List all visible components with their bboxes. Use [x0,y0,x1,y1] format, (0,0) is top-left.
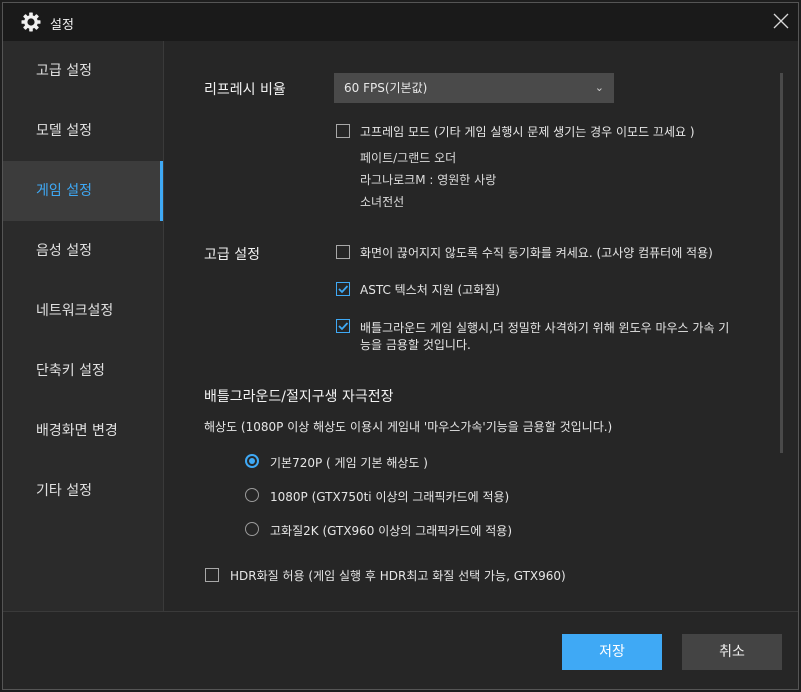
settings-window: 설정 고급 설정 모델 설정 게임 설정 음성 설정 네트워크설정 단축키 설정… [2,2,799,690]
game-list-item: 페이트/그랜드 오더 [360,151,457,165]
mouse-accel-label-cont: 능을 금용할 것입니다. [360,338,471,352]
vsync-checkbox[interactable] [336,245,350,259]
cancel-button[interactable]: 취소 [682,634,782,670]
astc-label: ASTC 텍스처 지원 (고화질) [360,283,500,297]
sidebar-item-game[interactable]: 게임 설정 [3,161,163,221]
resolution-2k-radio[interactable] [245,522,259,536]
sidebar-item-other[interactable]: 기타 설정 [3,461,163,521]
refresh-rate-select[interactable]: 60 FPS(기본값) ⌄ [334,73,614,103]
save-button[interactable]: 저장 [562,634,662,670]
resolution-720p-radio[interactable] [245,454,259,468]
sidebar-item-shortcuts[interactable]: 단축키 설정 [3,341,163,401]
resolution-720p-label: 기본720P ( 게임 기본 해상도 ) [270,456,428,470]
check-icon [338,322,349,331]
hdr-checkbox[interactable] [205,568,219,582]
game-list-item: 라그나로크M : 영원한 사랑 [360,173,497,187]
mouse-accel-checkbox[interactable] [336,319,350,333]
hiframe-mode-label: 고프레임 모드 (기타 게임 실행시 문제 생기는 경우 이모드 끄세요 ) [360,125,695,139]
vsync-label: 화면이 끊어지지 않도록 수직 동기화를 켜세요. (고사양 컴퓨터에 적용) [360,246,713,260]
advanced-settings-label: 고급 설정 [204,247,260,263]
refresh-rate-value: 60 FPS(기본값) [344,81,428,95]
game-settings-panel: 리프레시 비율 60 FPS(기본값) ⌄ 고프레임 모드 (기타 게임 실행시… [164,41,798,612]
sidebar-item-network[interactable]: 네트워크설정 [3,281,163,341]
hdr-label: HDR화질 허용 (게임 실행 후 HDR최고 화질 선택 가능, GTX960… [230,569,566,583]
close-icon[interactable] [772,12,790,30]
resolution-1080p-radio[interactable] [245,488,259,502]
title-bar: 설정 [3,3,798,41]
sidebar-item-advanced[interactable]: 고급 설정 [3,41,163,101]
sidebar-item-wallpaper[interactable]: 배경화면 변경 [3,401,163,461]
check-icon [338,285,349,294]
gear-icon [21,12,41,32]
footer: 저장 취소 [3,612,798,689]
chevron-down-icon: ⌄ [594,81,604,94]
sidebar-item-audio[interactable]: 음성 설정 [3,221,163,281]
window-title: 설정 [50,18,74,33]
pubg-resolution-note: 해상도 (1080P 이상 해상도 이용시 게임내 '마우스가속'기능을 금용할… [204,420,613,434]
game-list-item: 소녀전선 [360,195,405,209]
refresh-rate-label: 리프레시 비율 [204,82,286,98]
hiframe-mode-checkbox[interactable] [336,124,350,138]
sidebar-item-model[interactable]: 모델 설정 [3,101,163,161]
astc-checkbox[interactable] [336,282,350,296]
mouse-accel-label: 배틀그라운드 게임 실행시,더 정밀한 사격하기 위해 윈도우 마우스 가속 기 [360,321,730,335]
resolution-1080p-label: 1080P (GTX750ti 이상의 그래픽카드에 적용) [270,490,510,504]
scrollbar[interactable] [780,73,783,453]
sidebar: 고급 설정 모델 설정 게임 설정 음성 설정 네트워크설정 단축키 설정 배경… [3,41,163,612]
pubg-section-heading: 배틀그라운드/절지구생 자극전장 [204,389,394,405]
resolution-2k-label: 고화질2K (GTX960 이상의 그래픽카드에 적용) [270,524,513,538]
